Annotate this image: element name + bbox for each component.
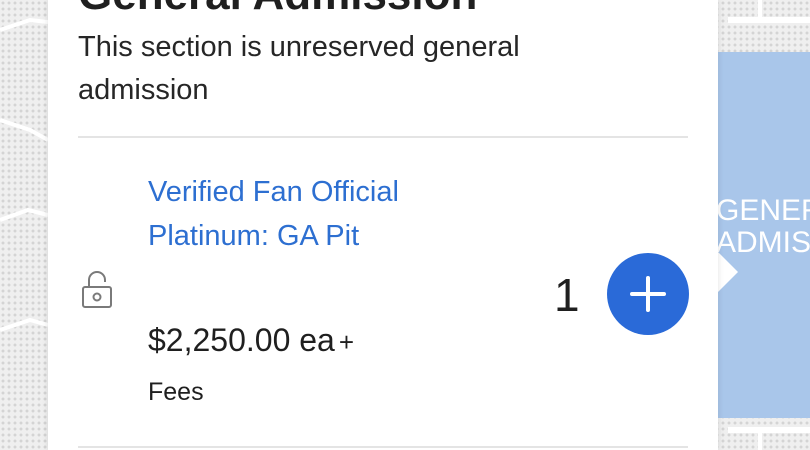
section-description: This section is unreserved general admis… <box>78 31 520 106</box>
fees-label: Fees <box>148 378 204 406</box>
ticket-price-value: $2,250.00 ea <box>148 322 335 358</box>
ticket-detail-panel: General Admission This section is unrese… <box>48 0 718 450</box>
ticket-type-name[interactable]: Verified Fan Official Platinum: GA Pit <box>148 170 448 258</box>
panel-pointer-arrow <box>718 252 738 292</box>
section-label: GENERAL ADMISSION <box>718 195 810 259</box>
panel-title: General Admission <box>78 0 678 20</box>
price-plus-sign: + <box>338 327 355 357</box>
plus-icon <box>630 276 666 312</box>
divider <box>78 136 688 138</box>
section-label-line1: GENERAL <box>718 194 810 227</box>
unlocked-padlock-icon <box>80 270 114 310</box>
add-ticket-button[interactable] <box>607 253 689 335</box>
general-admission-section[interactable]: GENERAL ADMISSION <box>718 52 810 418</box>
divider <box>78 446 688 448</box>
ticket-price: $2,250.00 ea + <box>148 322 354 359</box>
ticket-quantity: 1 <box>554 269 580 321</box>
